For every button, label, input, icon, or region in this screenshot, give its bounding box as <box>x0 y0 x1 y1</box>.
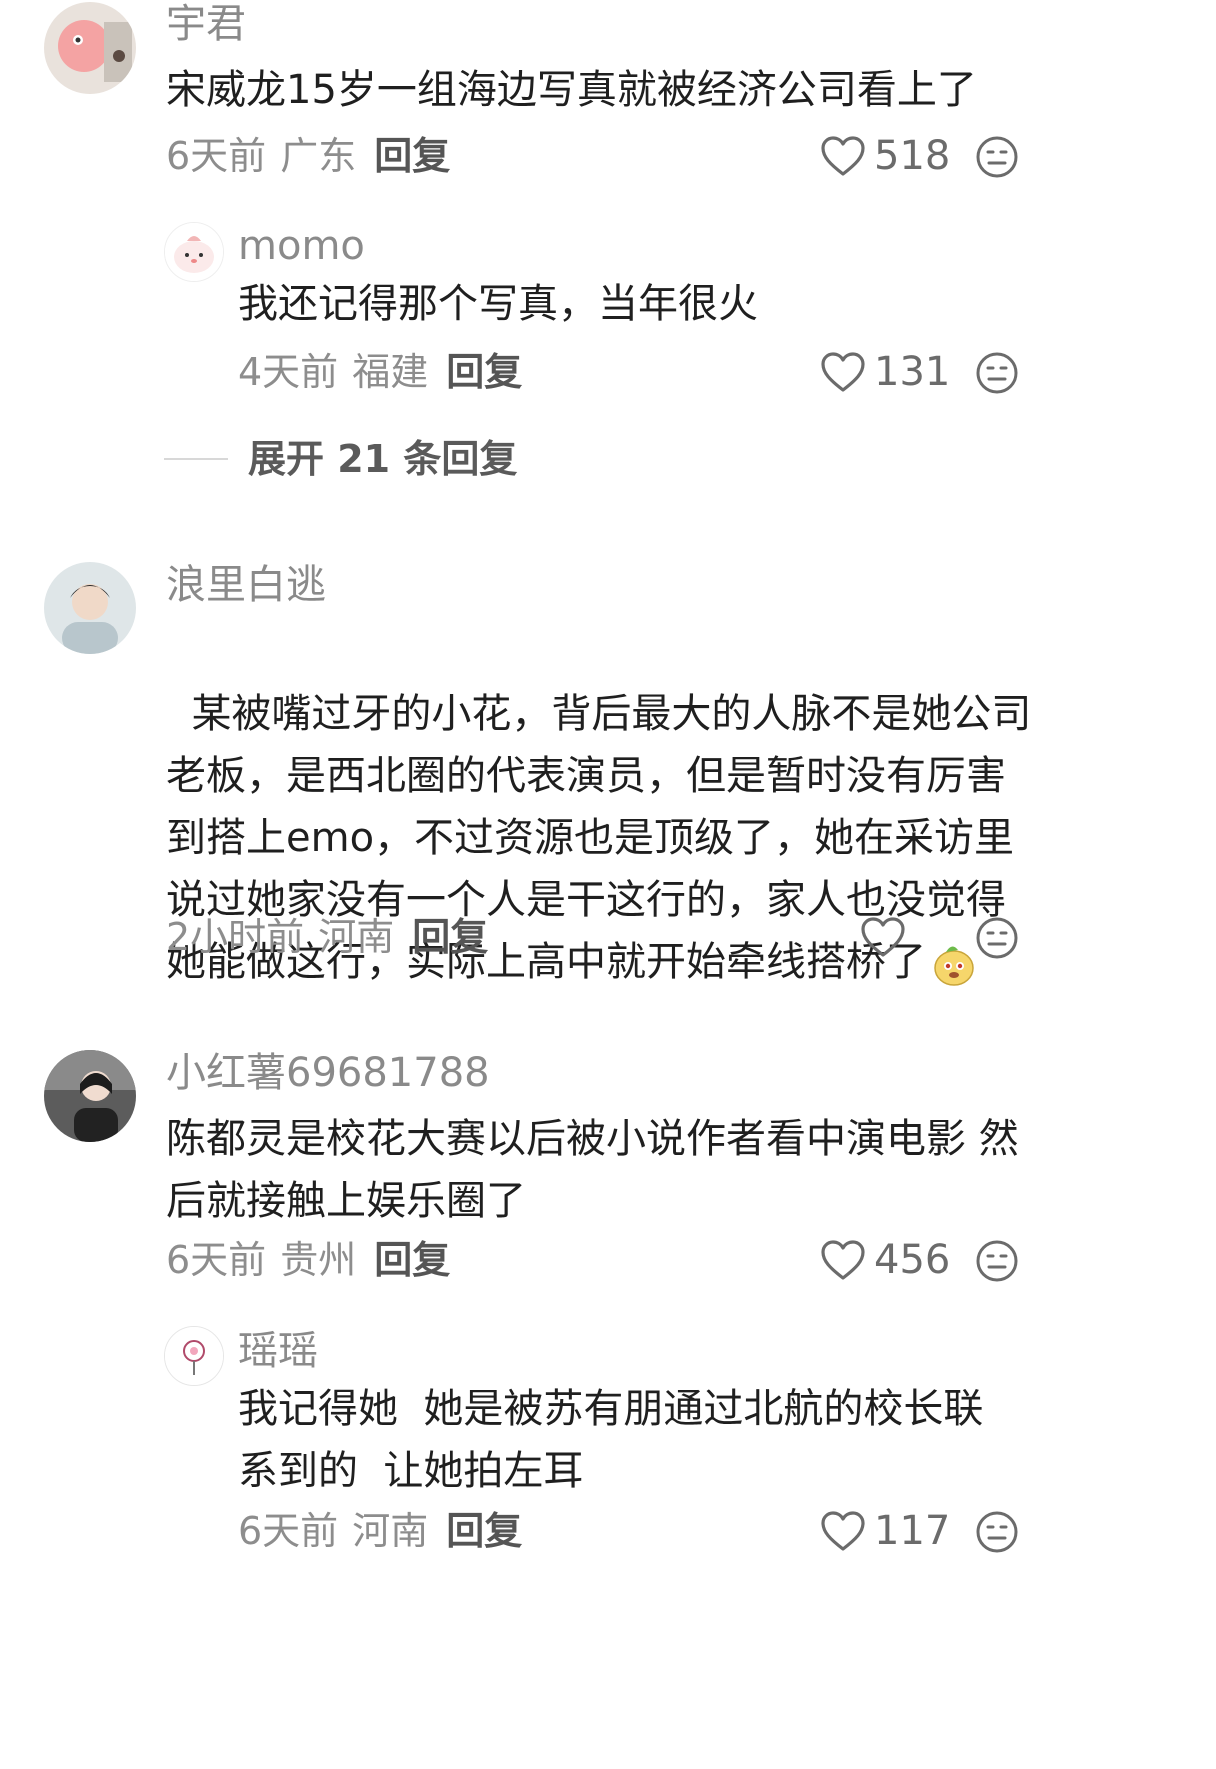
meh-face-icon <box>976 352 1018 394</box>
comment-meta: 6天前 广东 回复 <box>166 137 450 175</box>
avatar[interactable] <box>44 2 136 94</box>
like-count: 518 <box>874 133 951 179</box>
reply-button[interactable]: 回复 <box>374 134 450 178</box>
avatar[interactable] <box>44 1050 136 1142</box>
heart-icon <box>821 352 865 392</box>
username[interactable]: 宇君 <box>166 4 246 44</box>
comment-time: 6天前 <box>238 1509 339 1553</box>
comment-text: 宋威龙15岁一组海边写真就被经济公司看上了 <box>166 67 977 113</box>
avatar[interactable] <box>44 562 136 654</box>
comment-text: 我还记得那个写真，当年很火 <box>238 281 758 327</box>
like-count: 117 <box>874 1508 951 1554</box>
comment-time: 2小时前 <box>166 915 305 959</box>
comment-location: 贵州 <box>280 1238 357 1282</box>
like-button[interactable]: 456 <box>820 1239 950 1281</box>
reply-button[interactable]: 回复 <box>446 350 522 394</box>
like-count: 456 <box>874 1237 951 1283</box>
username[interactable]: 小红薯69681788 <box>166 1053 490 1093</box>
comment-time: 6天前 <box>166 134 267 178</box>
like-button[interactable]: 518 <box>820 135 950 177</box>
comment-location: 河南 <box>318 915 395 959</box>
meh-face-icon <box>976 917 1018 959</box>
meh-face-icon <box>976 1240 1018 1282</box>
comment-location: 广东 <box>280 134 357 178</box>
reply-button[interactable]: 回复 <box>374 1238 450 1282</box>
heart-icon <box>861 917 905 957</box>
dislike-button[interactable] <box>974 134 1020 180</box>
divider <box>164 458 228 460</box>
like-button[interactable] <box>860 916 914 958</box>
dislike-button[interactable] <box>974 1238 1020 1284</box>
heart-icon <box>821 136 865 176</box>
like-button[interactable]: 117 <box>820 1510 950 1552</box>
reply-button[interactable]: 回复 <box>446 1509 522 1553</box>
comment-meta: 6天前 贵州 回复 <box>166 1241 450 1279</box>
comment-time: 6天前 <box>166 1238 267 1282</box>
username[interactable]: 瑶瑶 <box>238 1331 318 1371</box>
avatar[interactable] <box>164 1326 224 1386</box>
avatar[interactable] <box>164 222 224 282</box>
comment-time: 4天前 <box>238 350 339 394</box>
comment-text: 陈都灵是校花大赛以后被小说作者看中演电影 然 后就接触上娱乐圈了 <box>166 1116 1019 1224</box>
comment-text: 我记得她 她是被苏有朋通过北航的校长联 系到的 让她拍左耳 <box>238 1386 984 1494</box>
heart-icon <box>821 1240 865 1280</box>
comment-meta: 2小时前 河南 回复 <box>166 918 488 956</box>
expand-replies-label: 展开 21 条回复 <box>248 437 518 481</box>
meh-face-icon <box>976 136 1018 178</box>
comment-meta: 6天前 河南 回复 <box>238 1512 522 1550</box>
like-count: 131 <box>874 349 951 395</box>
dislike-button[interactable] <box>974 915 1020 961</box>
comment-location: 河南 <box>352 1509 429 1553</box>
dislike-button[interactable] <box>974 1509 1020 1555</box>
meh-face-icon <box>976 1511 1018 1553</box>
comment-location: 福建 <box>352 350 429 394</box>
expand-replies-button[interactable]: 展开 21 条回复 <box>164 440 517 478</box>
comment-meta: 4天前 福建 回复 <box>238 353 522 391</box>
reply-button[interactable]: 回复 <box>412 915 488 959</box>
username[interactable]: 浪里白逃 <box>166 565 326 605</box>
like-button[interactable]: 131 <box>820 351 950 393</box>
dislike-button[interactable] <box>974 350 1020 396</box>
username[interactable]: momo <box>238 226 365 266</box>
puppy-emoji-icon <box>930 940 978 988</box>
heart-icon <box>821 1511 865 1551</box>
